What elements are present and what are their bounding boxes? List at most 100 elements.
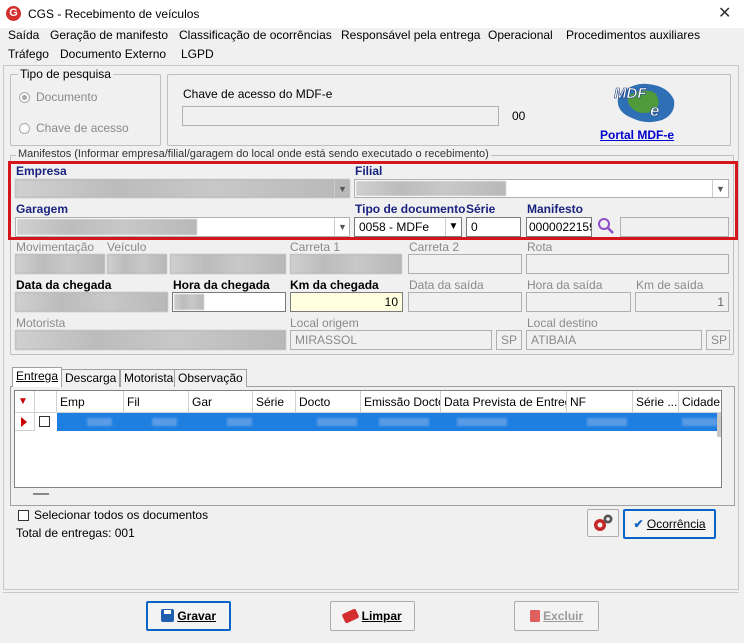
tipo-pesquisa-legend: Tipo de pesquisa [18, 67, 113, 81]
row-indicator [15, 413, 35, 431]
hora-saida-label: Hora da saída [527, 278, 603, 292]
manifesto-desc-field [620, 217, 729, 237]
local-destino-label: Local destino [527, 316, 598, 330]
row-value-blur [457, 418, 507, 426]
gravar-button[interactable]: Gravar [146, 601, 231, 631]
limpar-label: Limpar [361, 609, 402, 623]
vertical-scrollbar[interactable] [717, 413, 721, 437]
row-value-blur [379, 418, 429, 426]
col-docto[interactable]: Docto [296, 391, 361, 413]
local-origem-field: MIRASSOL [290, 330, 492, 350]
col-emissao[interactable]: Emissão Docto [361, 391, 441, 413]
gravar-label: Gravar [177, 609, 217, 623]
veiculo-desc-field [170, 254, 286, 274]
veiculo-label: Veículo [107, 240, 147, 254]
movimentacao-label: Movimentação [16, 240, 95, 254]
radio-documento-label: Documento [36, 90, 98, 104]
portal-mdfe-link[interactable]: Portal MDF-e [600, 128, 674, 142]
km-chegada-input[interactable]: 10 [290, 292, 403, 312]
horizontal-scrollbar[interactable] [33, 493, 49, 495]
total-entregas: Total de entregas: 001 [16, 526, 135, 540]
manifesto-input[interactable]: 0000022159 [526, 217, 592, 237]
data-saida-field [408, 292, 522, 312]
row-checkbox-cell [35, 413, 57, 431]
manifestos-legend: Manifestos (Informar empresa/filial/gara… [16, 148, 491, 160]
gear-icon [594, 514, 613, 531]
col-data-prevista[interactable]: Data Prevista de Entrega [441, 391, 567, 413]
filial-value [356, 181, 506, 196]
chevron-down-icon[interactable]: ▼ [712, 180, 728, 197]
serie-input[interactable]: 0 [466, 217, 521, 237]
hora-saida-field [526, 292, 631, 312]
close-icon[interactable]: ✕ [718, 3, 731, 23]
hora-chegada-value [174, 294, 204, 310]
motorista-label: Motorista [16, 316, 66, 330]
menu-saida[interactable]: Saída [8, 28, 39, 42]
tab-observacao[interactable]: Observação [174, 369, 247, 387]
carreta1-label: Carreta 1 [290, 240, 341, 254]
limpar-button[interactable]: Limpar [330, 601, 415, 631]
menu-trafego[interactable]: Tráfego [8, 47, 49, 61]
menu-classificacao[interactable]: Classificação de ocorrências [179, 28, 332, 42]
check-icon: ✔ [633, 517, 644, 531]
radio-chave-acesso[interactable] [19, 123, 30, 134]
select-all-checkbox[interactable] [18, 510, 29, 521]
row-checkbox[interactable] [39, 416, 50, 427]
tipo-pesquisa-group [10, 74, 161, 146]
col-gar[interactable]: Gar [189, 391, 253, 413]
veiculo-field [107, 254, 167, 274]
chevron-down-icon[interactable]: ▼ [334, 180, 350, 197]
radio-chave-acesso-label: Chave de acesso [36, 121, 129, 135]
eraser-icon [341, 608, 360, 624]
excluir-button[interactable]: Excluir [514, 601, 599, 631]
col-serie-nf[interactable]: Série ... [633, 391, 679, 413]
row-value-blur [87, 418, 112, 426]
window-title: CGS - Recebimento de veículos [28, 7, 200, 21]
table-row[interactable] [57, 413, 721, 431]
select-all-label: Selecionar todos os documentos [34, 508, 209, 522]
col-serie[interactable]: Série [253, 391, 296, 413]
row-value-blur [152, 418, 177, 426]
menu-responsavel[interactable]: Responsável pela entrega [341, 28, 480, 42]
svg-text:e: e [650, 101, 659, 120]
grid-sort-icon[interactable]: ▼ [15, 391, 35, 413]
tab-entrega[interactable]: Entrega [12, 367, 63, 387]
app-icon: G [6, 6, 21, 21]
col-fil[interactable]: Fil [124, 391, 189, 413]
km-chegada-label: Km da chegada [290, 278, 379, 292]
excluir-label: Excluir [543, 609, 584, 623]
ocorrencia-label: Ocorrência [646, 517, 706, 531]
tab-motorista[interactable]: Motorista [120, 369, 178, 387]
menu-geracao-manifesto[interactable]: Geração de manifesto [50, 28, 168, 42]
garagem-label: Garagem [16, 202, 69, 216]
search-icon[interactable] [596, 216, 616, 236]
motorista-field [15, 330, 286, 350]
menu-procedimentos[interactable]: Procedimentos auxiliares [566, 28, 700, 42]
col-cidade[interactable]: Cidade [679, 391, 721, 413]
movimentacao-field [15, 254, 105, 274]
filial-label: Filial [355, 164, 383, 178]
data-chegada-input[interactable] [15, 292, 168, 312]
chevron-down-icon[interactable]: ▼ [334, 218, 350, 236]
chave-count: 00 [512, 109, 526, 123]
km-saida-label: Km de saída [636, 278, 704, 292]
carreta2-field [408, 254, 522, 274]
radio-documento[interactable] [19, 92, 30, 103]
chevron-down-icon[interactable]: ▼ [445, 218, 461, 236]
tab-descarga[interactable]: Descarga [61, 369, 121, 387]
col-nf[interactable]: NF [567, 391, 633, 413]
chave-input[interactable] [182, 106, 499, 126]
ocorrencia-button[interactable]: ✔ Ocorrência [623, 509, 716, 539]
local-destino-field: ATIBAIA [526, 330, 702, 350]
menu-lgpd[interactable]: LGPD [181, 47, 214, 61]
menu-documento-externo[interactable]: Documento Externo [60, 47, 166, 61]
data-chegada-label: Data da chegada [16, 278, 112, 292]
empresa-select[interactable] [15, 179, 350, 198]
row-pointer-icon [21, 417, 27, 427]
hora-chegada-label: Hora da chegada [173, 278, 270, 292]
col-emp[interactable]: Emp [57, 391, 124, 413]
menu-operacional[interactable]: Operacional [488, 28, 553, 42]
entregas-grid[interactable]: ▼ Emp Fil Gar Série Docto Emissão Docto … [14, 390, 722, 495]
divider [3, 592, 739, 593]
ocorrencia-tools-button[interactable] [587, 509, 619, 537]
